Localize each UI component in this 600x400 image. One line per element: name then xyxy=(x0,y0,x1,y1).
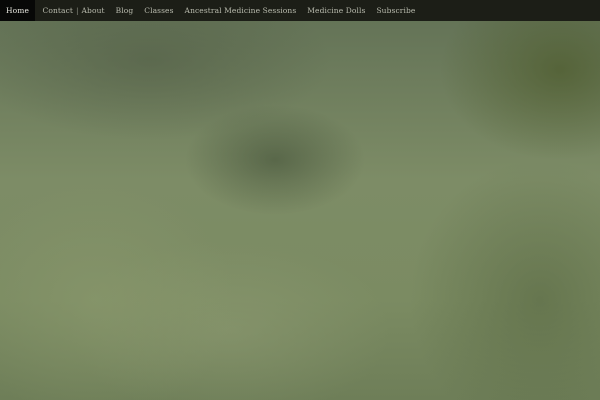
nav-item-ancestral-medicine-sessions[interactable]: Ancestral Medicine Sessions xyxy=(179,0,302,21)
nav-item-medicine-dolls[interactable]: Medicine Dolls xyxy=(302,0,371,21)
nav-item-contact[interactable]: Contact xyxy=(37,0,76,21)
nav-item-blog[interactable]: Blog xyxy=(110,0,139,21)
nav-item-about[interactable]: About xyxy=(79,0,111,21)
nav-item-classes[interactable]: Classes xyxy=(139,0,179,21)
main-navigation: Home Contact | About Blog Classes Ancest… xyxy=(0,0,600,21)
nav-item-home[interactable]: Home xyxy=(0,0,36,21)
nav-item-subscribe[interactable]: Subscribe xyxy=(371,0,421,21)
hero-background xyxy=(0,0,600,400)
